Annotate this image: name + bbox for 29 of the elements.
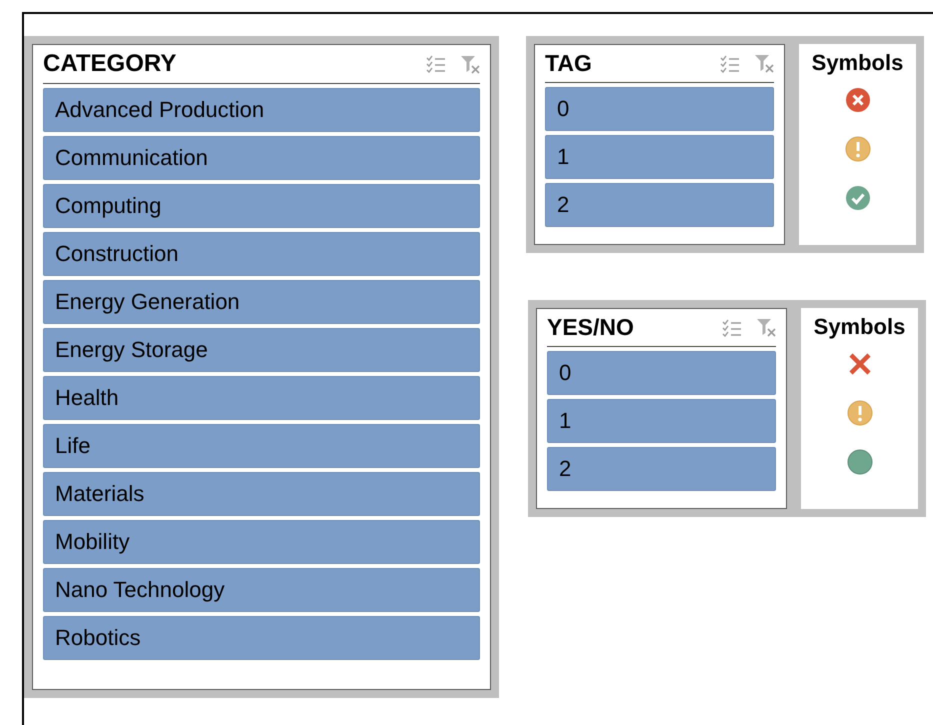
slicer-item[interactable]: 1 [547, 399, 776, 443]
slicer-item[interactable]: Advanced Production [43, 88, 480, 132]
slicer-item[interactable]: Communication [43, 136, 480, 180]
slicer-item[interactable]: Health [43, 376, 480, 420]
slicer-item[interactable]: 1 [545, 135, 774, 179]
slicer-item[interactable]: Energy Storage [43, 328, 480, 372]
slicer-item[interactable]: 2 [545, 183, 774, 227]
slicer-item[interactable]: Nano Technology [43, 568, 480, 612]
symbols-title: Symbols [814, 314, 906, 340]
slicer-item[interactable]: Computing [43, 184, 480, 228]
slicer-item[interactable]: Construction [43, 232, 480, 276]
slicer-item[interactable]: Mobility [43, 520, 480, 564]
clear-filter-icon[interactable] [460, 54, 480, 74]
slicer-title: TAG [545, 50, 593, 77]
symbols-title: Symbols [812, 50, 904, 76]
slicer-item[interactable]: Robotics [43, 616, 480, 660]
slicer-title: CATEGORY [43, 50, 178, 78]
multi-select-icon[interactable] [722, 318, 742, 336]
clear-filter-icon[interactable] [756, 318, 776, 337]
slicer-item[interactable]: Life [43, 424, 480, 468]
multi-select-icon[interactable] [426, 55, 446, 73]
slicer-item[interactable]: 0 [547, 351, 776, 395]
clear-filter-icon[interactable] [754, 54, 774, 73]
slicer-item[interactable]: Materials [43, 472, 480, 516]
slicer-item[interactable]: 2 [547, 447, 776, 491]
slicer-item[interactable]: Energy Generation [43, 280, 480, 324]
slicer-item[interactable]: 0 [545, 87, 774, 131]
slicer-title: YES/NO [547, 314, 635, 341]
multi-select-icon[interactable] [720, 54, 740, 72]
